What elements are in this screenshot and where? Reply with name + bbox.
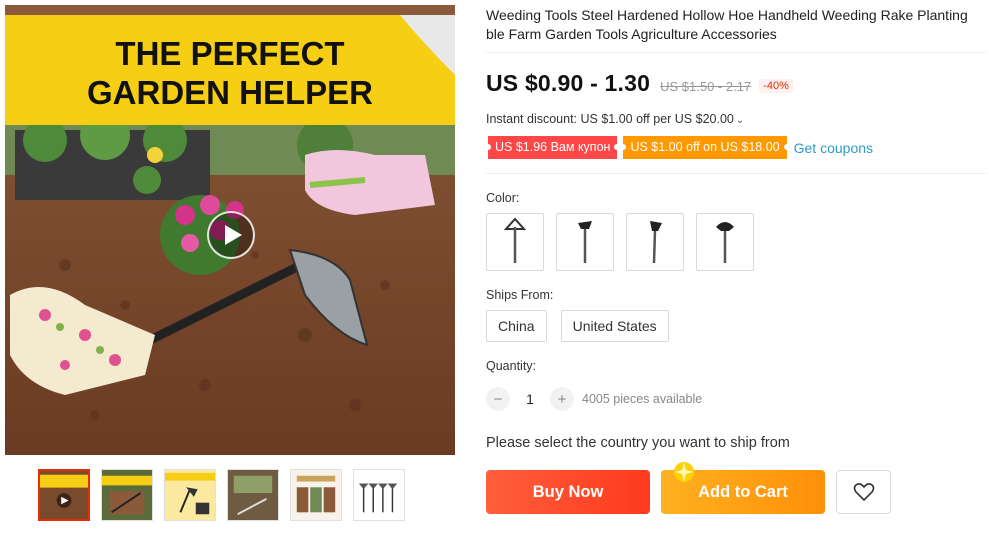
- chevron-down-icon: ⌄: [735, 115, 745, 126]
- banner-line-1: THE PERFECT: [115, 35, 344, 72]
- instant-discount-text: Instant discount: US $1.00 off per US $2…: [486, 112, 734, 126]
- divider: [486, 52, 986, 53]
- quantity-stepper: − 1 + 4005 pieces available: [486, 387, 702, 411]
- ships-from-options: China United States: [486, 310, 669, 342]
- play-icon: [225, 225, 242, 245]
- quantity-value[interactable]: 1: [510, 391, 550, 407]
- color-option-1[interactable]: [486, 213, 544, 271]
- thumbnail-3[interactable]: [164, 469, 216, 521]
- thumbnail-4[interactable]: [227, 469, 279, 521]
- thumbnail-strip: [38, 469, 405, 525]
- thumbnail-6[interactable]: [353, 469, 405, 521]
- increase-quantity-button[interactable]: +: [550, 387, 574, 411]
- hoe-style-1-icon: [503, 217, 527, 263]
- price-row: US $0.90 - 1.30 US $1.50 - 2.17 -40%: [486, 70, 793, 97]
- divider: [486, 173, 986, 174]
- coupon-badge-2[interactable]: US $1.00 off on US $18.00: [620, 136, 790, 159]
- color-option-3[interactable]: [626, 213, 684, 271]
- play-video-button[interactable]: [207, 211, 255, 259]
- ships-from-label: Ships From:: [486, 288, 554, 302]
- color-option-4[interactable]: [696, 213, 754, 271]
- current-price: US $0.90 - 1.30: [486, 70, 651, 96]
- color-label: Color:: [486, 191, 520, 205]
- video-thumbnail-icon: [40, 471, 88, 519]
- discount-badge: -40%: [759, 79, 793, 93]
- color-options: [486, 213, 754, 271]
- product-title: Weeding Tools Steel Hardened Hollow Hoe …: [486, 7, 968, 42]
- banner-line-2: GARDEN HELPER: [87, 74, 373, 111]
- thumbnail-2[interactable]: [101, 469, 153, 521]
- product-thumbnail-icon: [165, 470, 215, 520]
- get-coupons-link[interactable]: Get coupons: [794, 140, 873, 156]
- product-thumbnail-icon: [228, 470, 278, 520]
- hoe-style-3-icon: [650, 221, 662, 264]
- hoe-style-2-icon: [578, 221, 592, 263]
- coupon-row: US $1.96 Вам купон US $1.00 off on US $1…: [484, 136, 873, 159]
- heart-icon: [853, 483, 874, 502]
- instant-discount[interactable]: Instant discount: US $1.00 off per US $2…: [486, 112, 744, 126]
- hoe-style-4-icon: [716, 222, 734, 263]
- ships-from-united-states[interactable]: United States: [560, 310, 669, 342]
- main-product-image[interactable]: THE PERFECT GARDEN HELPER: [5, 5, 455, 455]
- coupon-badge-1[interactable]: US $1.96 Вам купон: [484, 136, 621, 159]
- ship-country-message: Please select the country you want to sh…: [486, 435, 790, 451]
- product-thumbnail-icon: [291, 470, 341, 520]
- buy-now-button[interactable]: Buy Now: [486, 470, 650, 514]
- ships-from-china[interactable]: China: [486, 310, 547, 342]
- product-thumbnail-icon: [354, 470, 404, 520]
- sparkle-icon: [674, 462, 694, 482]
- wishlist-button[interactable]: [836, 470, 891, 514]
- color-option-2[interactable]: [556, 213, 614, 271]
- decrease-quantity-button[interactable]: −: [486, 387, 510, 411]
- thumbnail-5[interactable]: [290, 469, 342, 521]
- product-thumbnail-icon: [102, 470, 152, 520]
- quantity-label: Quantity:: [486, 359, 537, 373]
- thumbnail-1[interactable]: [38, 469, 90, 521]
- original-price: US $1.50 - 2.17: [660, 79, 752, 94]
- pieces-available: 4005 pieces available: [582, 392, 703, 406]
